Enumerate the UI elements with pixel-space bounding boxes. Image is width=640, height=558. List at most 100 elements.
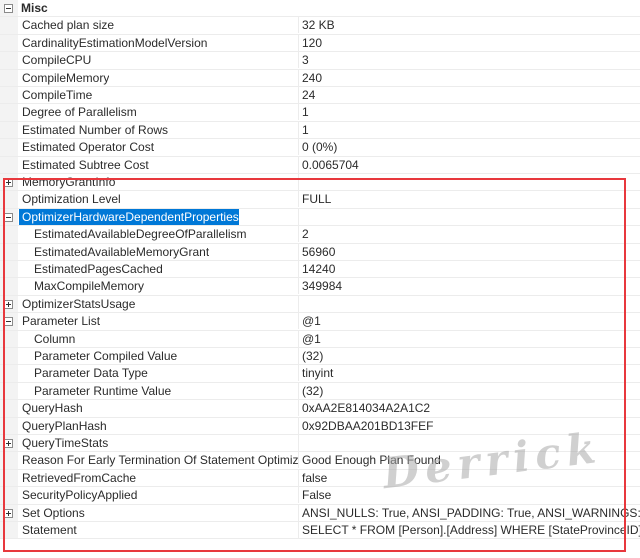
row-gutter <box>0 139 18 156</box>
property-row[interactable]: Statement SELECT * FROM [Person].[Address… <box>0 522 640 540</box>
collapse-icon[interactable] <box>4 4 13 13</box>
property-row[interactable]: CompileTime 24 <box>0 87 640 105</box>
property-row[interactable]: RetrievedFromCache false <box>0 469 640 488</box>
property-value[interactable] <box>298 295 640 312</box>
property-value[interactable]: @1 <box>298 313 640 330</box>
property-name: Parameter List <box>22 314 101 329</box>
property-value[interactable]: SELECT * FROM [Person].[Address] WHERE [… <box>298 522 640 538</box>
property-row[interactable]: Cached plan size 32 KB <box>0 17 640 35</box>
property-row[interactable]: EstimatedPagesCached 14240 <box>0 261 640 279</box>
property-name: Reason For Early Termination Of Statemen… <box>22 453 298 468</box>
property-value[interactable]: 120 <box>298 34 640 51</box>
expand-icon[interactable] <box>4 439 13 448</box>
property-row[interactable]: OptimizerStatsUsage <box>0 295 640 314</box>
property-value[interactable]: 0 (0%) <box>298 139 640 156</box>
property-row[interactable]: Estimated Subtree Cost 0.0065704 <box>0 156 640 174</box>
property-name: RetrievedFromCache <box>22 470 137 485</box>
property-row[interactable]: Parameter Compiled Value (32) <box>0 348 640 366</box>
property-value[interactable]: 3 <box>298 52 640 69</box>
property-name: QueryHash <box>22 401 83 416</box>
property-row[interactable]: Misc <box>0 0 640 18</box>
row-gutter <box>0 382 18 400</box>
property-value[interactable]: 2 <box>298 226 640 243</box>
expand-icon[interactable] <box>4 178 13 187</box>
property-name: EstimatedAvailableDegreeOfParallelism <box>34 227 247 242</box>
property-name: QueryTimeStats <box>22 436 109 450</box>
row-gutter <box>0 226 18 243</box>
property-row[interactable]: Degree of Parallelism 1 <box>0 104 640 122</box>
property-value[interactable] <box>298 435 640 451</box>
property-name: Estimated Subtree Cost <box>22 157 149 172</box>
property-name: MaxCompileMemory <box>34 279 145 294</box>
property-name: Cached plan size <box>22 18 115 33</box>
property-row[interactable]: Estimated Number of Rows 1 <box>0 121 640 140</box>
row-gutter <box>0 261 18 278</box>
property-name: EstimatedPagesCached <box>34 262 163 276</box>
property-row[interactable]: QueryTimeStats <box>0 435 640 453</box>
property-value[interactable]: ANSI_NULLS: True, ANSI_PADDING: True, AN… <box>298 504 640 521</box>
properties-grid: Misc Cached plan size 32 KB CardinalityEsti… <box>0 0 640 558</box>
row-gutter <box>0 469 18 487</box>
row-gutter <box>0 417 18 434</box>
property-value[interactable]: 349984 <box>298 278 640 295</box>
property-value[interactable]: 1 <box>298 104 640 121</box>
property-value[interactable] <box>298 174 640 190</box>
property-row[interactable]: OptimizerHardwareDependentProperties <box>0 208 640 227</box>
property-value[interactable]: False <box>298 487 640 504</box>
property-name: Estimated Operator Cost <box>22 140 155 155</box>
property-row[interactable]: Column @1 <box>0 330 640 348</box>
property-value[interactable]: 0x92DBAA201BD13FEF <box>298 417 640 434</box>
row-gutter <box>0 487 18 504</box>
row-gutter <box>0 104 18 121</box>
property-name: Statement <box>22 523 77 537</box>
property-value[interactable]: (32) <box>298 348 640 364</box>
property-row[interactable]: Optimization Level FULL <box>0 191 640 209</box>
property-value[interactable]: 240 <box>298 69 640 86</box>
property-value[interactable]: 0.0065704 <box>298 156 640 173</box>
property-value[interactable]: (32) <box>298 382 640 399</box>
property-row[interactable]: SecurityPolicyApplied False <box>0 487 640 505</box>
row-gutter <box>0 243 18 260</box>
collapse-icon[interactable] <box>4 212 13 222</box>
property-row[interactable]: MemoryGrantInfo <box>0 174 640 192</box>
property-value[interactable]: tinyint <box>298 365 640 382</box>
property-value[interactable]: @1 <box>298 330 640 347</box>
property-row[interactable]: Parameter Runtime Value (32) <box>0 382 640 401</box>
expand-icon[interactable] <box>4 299 13 309</box>
property-name: Set Options <box>22 505 85 520</box>
property-value[interactable]: FULL <box>298 191 640 208</box>
property-row[interactable]: Estimated Operator Cost 0 (0%) <box>0 139 640 157</box>
property-row[interactable]: QueryPlanHash 0x92DBAA201BD13FEF <box>0 417 640 435</box>
row-gutter <box>0 365 18 382</box>
property-value[interactable]: 14240 <box>298 261 640 277</box>
property-name: Column <box>34 331 76 346</box>
property-name: Degree of Parallelism <box>22 105 137 120</box>
property-row[interactable]: Set Options ANSI_NULLS: True, ANSI_PADDIN… <box>0 504 640 522</box>
row-gutter <box>0 156 18 173</box>
property-row[interactable]: Parameter List @1 <box>0 313 640 331</box>
property-value[interactable]: 56960 <box>298 243 640 260</box>
property-name: CardinalityEstimationModelVersion <box>22 35 208 50</box>
property-value[interactable]: 32 KB <box>298 17 640 34</box>
row-gutter <box>0 52 18 69</box>
property-value[interactable]: 0xAA2E814034A2A1C2 <box>298 400 640 417</box>
property-row[interactable]: CompileCPU 3 <box>0 52 640 70</box>
property-row[interactable]: CompileMemory 240 <box>0 69 640 87</box>
property-value[interactable]: Good Enough Plan Found <box>298 452 640 469</box>
property-row[interactable]: Reason For Early Termination Of Statemen… <box>0 452 640 470</box>
property-value[interactable]: false <box>298 469 640 486</box>
property-row[interactable]: EstimatedAvailableDegreeOfParallelism 2 <box>0 226 640 244</box>
property-row[interactable]: CardinalityEstimationModelVersion 120 <box>0 34 640 53</box>
property-row[interactable]: MaxCompileMemory 349984 <box>0 278 640 296</box>
property-row[interactable]: QueryHash 0xAA2E814034A2A1C2 <box>0 400 640 418</box>
property-value[interactable]: 1 <box>298 121 640 138</box>
property-value[interactable] <box>298 208 640 225</box>
property-name: CompileTime <box>22 88 93 102</box>
property-row[interactable]: EstimatedAvailableMemoryGrant 56960 <box>0 243 640 261</box>
property-value[interactable]: 24 <box>298 87 640 103</box>
property-name: EstimatedAvailableMemoryGrant <box>34 244 210 259</box>
expand-icon[interactable] <box>4 508 13 518</box>
property-name: Parameter Runtime Value <box>34 383 172 398</box>
collapse-icon[interactable] <box>4 317 13 327</box>
property-row[interactable]: Parameter Data Type tinyint <box>0 365 640 383</box>
